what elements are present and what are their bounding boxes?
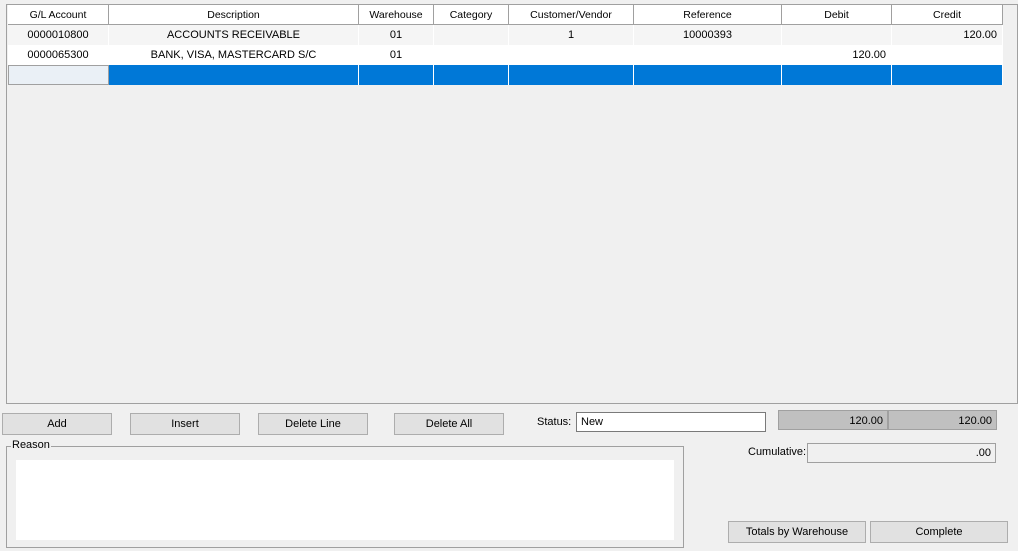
column-header-customer-vendor[interactable]: Customer/Vendor bbox=[509, 5, 634, 25]
cell-gl-account[interactable]: 0000065300 bbox=[8, 45, 109, 65]
cell-warehouse[interactable]: 01 bbox=[359, 45, 434, 65]
cumulative-field: .00 bbox=[807, 443, 996, 463]
cell-warehouse[interactable]: 01 bbox=[359, 25, 434, 45]
cell-reference[interactable]: 10000393 bbox=[634, 25, 782, 45]
status-label: Status: bbox=[537, 416, 572, 428]
grid-header: G/L Account Description Warehouse Catego… bbox=[8, 5, 1003, 25]
cell-description[interactable]: ACCOUNTS RECEIVABLE bbox=[109, 25, 359, 45]
reason-textarea[interactable] bbox=[16, 460, 674, 540]
column-header-credit[interactable]: Credit bbox=[892, 5, 1003, 25]
cumulative-label: Cumulative: bbox=[748, 446, 807, 458]
cell-reference[interactable] bbox=[634, 45, 782, 65]
debit-total: 120.00 bbox=[778, 410, 888, 430]
cell-debit[interactable] bbox=[782, 65, 892, 85]
column-header-warehouse[interactable]: Warehouse bbox=[359, 5, 434, 25]
cell-reference[interactable] bbox=[634, 65, 782, 85]
cell-credit[interactable] bbox=[892, 45, 1003, 65]
cell-customer-vendor[interactable]: 1 bbox=[509, 25, 634, 45]
insert-button[interactable]: Insert bbox=[130, 413, 240, 435]
cell-description[interactable] bbox=[109, 65, 359, 85]
cell-category[interactable] bbox=[434, 45, 509, 65]
cell-gl-account[interactable]: 0000010800 bbox=[8, 25, 109, 45]
status-field[interactable]: New bbox=[576, 412, 766, 432]
reason-group: Reason bbox=[6, 439, 684, 548]
cell-category[interactable] bbox=[434, 65, 509, 85]
cell-debit[interactable] bbox=[782, 25, 892, 45]
cell-credit[interactable]: 120.00 bbox=[892, 25, 1003, 45]
cell-gl-account-input[interactable] bbox=[8, 65, 109, 85]
cell-category[interactable] bbox=[434, 25, 509, 45]
cell-warehouse[interactable] bbox=[359, 65, 434, 85]
cell-debit[interactable]: 120.00 bbox=[782, 45, 892, 65]
delete-line-button[interactable]: Delete Line bbox=[258, 413, 368, 435]
column-header-category[interactable]: Category bbox=[434, 5, 509, 25]
cell-description[interactable]: BANK, VISA, MASTERCARD S/C bbox=[109, 45, 359, 65]
table-row[interactable]: 0000010800 ACCOUNTS RECEIVABLE 01 1 1000… bbox=[8, 25, 1003, 45]
column-header-debit[interactable]: Debit bbox=[782, 5, 892, 25]
cell-credit[interactable] bbox=[892, 65, 1003, 85]
cell-customer-vendor[interactable] bbox=[509, 65, 634, 85]
new-entry-row[interactable] bbox=[8, 65, 1003, 85]
journal-entry-grid[interactable]: G/L Account Description Warehouse Catego… bbox=[6, 4, 1018, 404]
table-row[interactable]: 0000065300 BANK, VISA, MASTERCARD S/C 01… bbox=[8, 45, 1003, 65]
complete-button[interactable]: Complete bbox=[870, 521, 1008, 543]
column-header-reference[interactable]: Reference bbox=[634, 5, 782, 25]
add-button[interactable]: Add bbox=[2, 413, 112, 435]
cell-customer-vendor[interactable] bbox=[509, 45, 634, 65]
credit-total: 120.00 bbox=[888, 410, 997, 430]
column-header-description[interactable]: Description bbox=[109, 5, 359, 25]
column-header-gl-account[interactable]: G/L Account bbox=[8, 5, 109, 25]
reason-title: Reason bbox=[11, 439, 51, 451]
delete-all-button[interactable]: Delete All bbox=[394, 413, 504, 435]
totals-by-warehouse-button[interactable]: Totals by Warehouse bbox=[728, 521, 866, 543]
